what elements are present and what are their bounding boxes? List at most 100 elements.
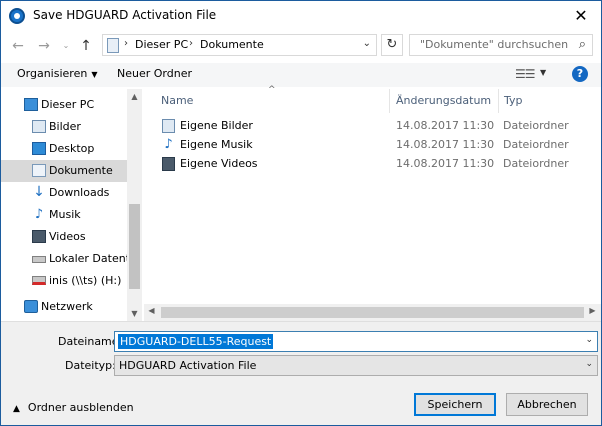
cancel-button[interactable]: Abbrechen — [506, 393, 588, 416]
column-header-name[interactable]: Name — [161, 94, 193, 107]
file-list-hscrollbar[interactable]: ◀ ▶ — [144, 304, 601, 321]
recent-locations-chevron-icon[interactable]: ⌄ — [55, 35, 77, 57]
forward-arrow-icon[interactable]: → — [33, 35, 55, 57]
sidebar-item-label: Downloads — [49, 186, 110, 199]
sidebar-item-videos[interactable]: Videos — [1, 226, 127, 248]
new-folder-button[interactable]: Neuer Ordner — [117, 67, 192, 80]
sidebar-item-inis-h[interactable]: inis (\\ts) (H:) — [1, 270, 127, 292]
sidebar-item-label: Desktop — [49, 142, 95, 155]
file-date: 14.08.2017 11:30 — [396, 119, 495, 132]
sidebar-item-label: Dieser PC — [41, 98, 95, 111]
chevron-up-icon: ▲ — [13, 404, 20, 414]
save-options-panel: Dateiname: HDGUARD-DELL55-Request ⌄ Date… — [1, 321, 601, 425]
view-chevron-down-icon[interactable]: ▼ — [540, 68, 546, 77]
navigation-bar: ← → ⌄ ↑ › Dieser PC › Dokumente ⌄ ↻ "Dok… — [1, 31, 601, 63]
save-dialog: Save HDGUARD Activation File ✕ ← → ⌄ ↑ ›… — [0, 0, 602, 426]
local-disk-icon — [32, 256, 46, 263]
sidebar-item-label: Lokaler Datenträ — [49, 252, 127, 265]
file-name: Eigene Bilder — [180, 119, 253, 132]
filetype-label: Dateityp: — [65, 359, 116, 372]
organize-button[interactable]: Organisieren ▼ — [17, 67, 97, 80]
close-button[interactable]: ✕ — [561, 1, 601, 31]
up-arrow-icon[interactable]: ↑ — [75, 35, 97, 57]
downloads-icon: ↓ — [33, 184, 45, 200]
hscrollbar-thumb[interactable] — [161, 307, 584, 318]
sidebar-item-label: inis (\\ts) (H:) — [49, 274, 122, 287]
file-type: Dateiordner — [503, 138, 569, 151]
column-divider[interactable] — [389, 89, 390, 113]
title-bar: Save HDGUARD Activation File ✕ — [1, 1, 601, 31]
videos-icon — [32, 230, 46, 243]
network-drive-icon — [32, 276, 46, 285]
file-row-eigene-bilder[interactable]: Eigene Bilder 14.08.2017 11:30 Dateiordn… — [144, 116, 584, 135]
file-type: Dateiordner — [503, 119, 569, 132]
music-icon: ♪ — [34, 207, 44, 222]
scroll-down-icon[interactable]: ▼ — [127, 309, 142, 318]
sidebar-item-musik[interactable]: ♪ Musik — [1, 204, 127, 226]
file-name: Eigene Videos — [180, 157, 258, 170]
breadcrumb-dokumente[interactable]: Dokumente — [200, 38, 264, 51]
hide-folders-label: Ordner ausblenden — [27, 401, 134, 414]
hide-folders-toggle[interactable]: ▲ Ordner ausblenden — [13, 401, 134, 414]
breadcrumb-separator-icon[interactable]: › — [124, 38, 128, 49]
window-title: Save HDGUARD Activation File — [33, 8, 217, 22]
sort-ascending-icon: ^ — [268, 85, 276, 95]
column-header-type[interactable]: Typ — [504, 94, 523, 107]
sidebar-scrollbar-thumb[interactable] — [129, 204, 140, 289]
address-bar[interactable]: › Dieser PC › Dokumente ⌄ — [102, 34, 377, 56]
view-options-icon[interactable]: ☰☰ — [515, 67, 535, 81]
file-name: Eigene Musik — [180, 138, 253, 151]
chevron-down-icon: ▼ — [91, 70, 98, 79]
music-icon: ♪ — [164, 137, 173, 152]
sidebar-item-dieser-pc[interactable]: Dieser PC — [1, 94, 127, 116]
sidebar-item-netzwerk[interactable]: Netzwerk — [1, 296, 127, 318]
filename-input[interactable]: HDGUARD-DELL55-Request ⌄ — [114, 331, 598, 352]
file-row-eigene-musik[interactable]: ♪ Eigene Musik 14.08.2017 11:30 Dateiord… — [144, 135, 584, 154]
breadcrumb-dieser-pc[interactable]: Dieser PC — [135, 38, 188, 51]
search-icon[interactable]: ⌕ — [579, 37, 586, 52]
file-date: 14.08.2017 11:30 — [396, 138, 495, 151]
sidebar-item-label: Videos — [49, 230, 86, 243]
file-row-eigene-videos[interactable]: Eigene Videos 14.08.2017 11:30 Dateiordn… — [144, 154, 584, 173]
navigation-pane: Dieser PC Bilder Desktop Dokumente ↓ Dow… — [1, 89, 142, 321]
sidebar-item-label: Dokumente — [49, 164, 113, 177]
file-date: 14.08.2017 11:30 — [396, 157, 495, 170]
column-header-row: ^ Name Änderungsdatum Typ — [144, 85, 601, 113]
pictures-icon — [162, 119, 175, 133]
filetype-dropdown-icon[interactable]: ⌄ — [585, 359, 593, 369]
address-dropdown-icon[interactable]: ⌄ — [363, 38, 371, 49]
breadcrumb-separator-icon[interactable]: › — [189, 38, 193, 49]
filename-value[interactable]: HDGUARD-DELL55-Request — [118, 334, 274, 349]
sidebar-item-label: Netzwerk — [41, 300, 93, 313]
pictures-icon — [32, 120, 46, 133]
computer-icon — [24, 98, 38, 111]
column-divider[interactable] — [498, 89, 499, 113]
organize-label: Organisieren — [17, 67, 88, 80]
sidebar-item-dokumente[interactable]: Dokumente — [1, 160, 127, 182]
documents-icon — [32, 164, 46, 177]
filetype-select[interactable]: HDGUARD Activation File ⌄ — [114, 355, 598, 376]
documents-folder-icon — [107, 38, 119, 53]
scroll-up-icon[interactable]: ▲ — [127, 92, 142, 101]
scroll-right-icon[interactable]: ▶ — [585, 306, 600, 315]
network-icon — [24, 300, 38, 313]
refresh-button[interactable]: ↻ — [381, 34, 403, 56]
back-arrow-icon[interactable]: ← — [7, 35, 29, 57]
sidebar-item-desktop[interactable]: Desktop — [1, 138, 127, 160]
sidebar-item-downloads[interactable]: ↓ Downloads — [1, 182, 127, 204]
help-button[interactable]: ? — [572, 66, 588, 82]
search-input[interactable]: "Dokumente" durchsuchen ⌕ — [409, 34, 593, 56]
sidebar-item-label: Bilder — [49, 120, 81, 133]
save-button[interactable]: Speichern — [414, 393, 496, 416]
sidebar-item-lokaler-datentraeger[interactable]: Lokaler Datenträ — [1, 248, 127, 270]
desktop-icon — [32, 142, 46, 155]
sidebar-scrollbar[interactable]: ▲ ▼ — [127, 89, 142, 321]
scroll-left-icon[interactable]: ◀ — [144, 306, 159, 315]
sidebar-item-bilder[interactable]: Bilder — [1, 116, 127, 138]
videos-icon — [162, 157, 175, 171]
file-list: ^ Name Änderungsdatum Typ Eigene Bilder … — [144, 85, 601, 321]
filename-dropdown-icon[interactable]: ⌄ — [585, 335, 593, 345]
column-header-date[interactable]: Änderungsdatum — [396, 94, 491, 107]
search-placeholder: "Dokumente" durchsuchen — [420, 38, 569, 51]
filetype-value: HDGUARD Activation File — [119, 359, 257, 372]
